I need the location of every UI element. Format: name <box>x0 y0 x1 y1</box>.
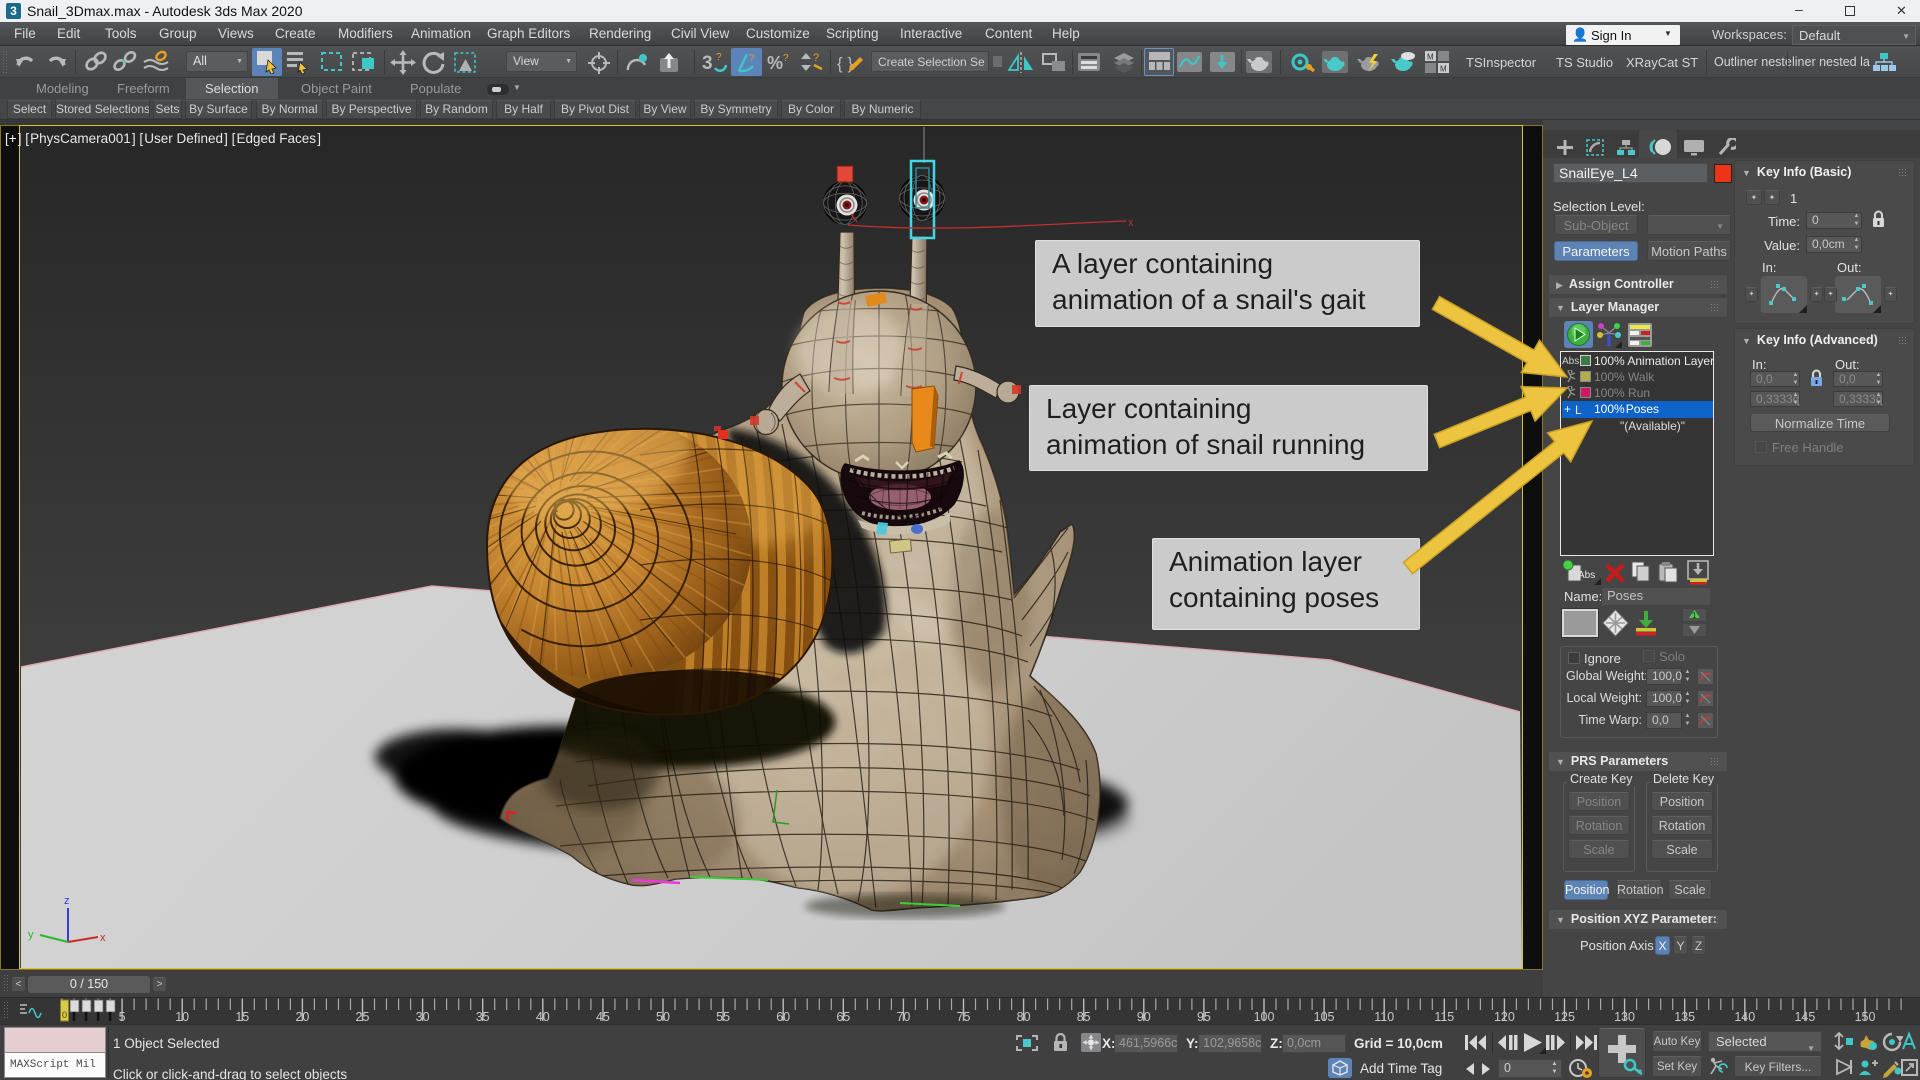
svg-text:20: 20 <box>295 1010 309 1024</box>
svg-text:5: 5 <box>119 1010 126 1024</box>
svg-text:%: % <box>767 53 783 73</box>
svg-text:110: 110 <box>1374 1010 1394 1024</box>
svg-text:?: ? <box>783 53 789 64</box>
svg-text:80: 80 <box>1017 1010 1031 1024</box>
svg-text:70: 70 <box>896 1010 910 1024</box>
svg-text:0: 0 <box>62 1010 67 1020</box>
svg-text:35: 35 <box>476 1010 490 1024</box>
svg-text:y: y <box>28 929 34 941</box>
svg-text:90: 90 <box>1137 1010 1151 1024</box>
svg-text:105: 105 <box>1314 1010 1335 1024</box>
svg-text:75: 75 <box>957 1010 971 1024</box>
svg-text:55: 55 <box>716 1010 730 1024</box>
svg-text:40: 40 <box>536 1010 550 1024</box>
svg-text:120: 120 <box>1494 1010 1515 1024</box>
svg-text:15: 15 <box>235 1010 249 1024</box>
svg-text:145: 145 <box>1794 1010 1815 1024</box>
svg-text:25: 25 <box>356 1010 370 1024</box>
svg-text:M: M <box>1427 53 1434 62</box>
svg-text:85: 85 <box>1077 1010 1091 1024</box>
svg-text:10: 10 <box>175 1010 189 1024</box>
svg-text:x: x <box>1128 217 1134 229</box>
svg-text:100: 100 <box>1254 1010 1275 1024</box>
svg-text:45: 45 <box>596 1010 610 1024</box>
svg-text:Abs: Abs <box>1578 570 1595 581</box>
svg-text:140: 140 <box>1734 1010 1755 1024</box>
svg-text:1: 1 <box>1692 611 1697 620</box>
svg-text:x: x <box>100 932 106 944</box>
svg-text:115: 115 <box>1434 1010 1454 1024</box>
svg-text:150: 150 <box>1855 1010 1876 1024</box>
svg-text:3: 3 <box>702 53 713 74</box>
svg-text:?: ? <box>749 53 755 64</box>
svg-text:z: z <box>64 895 70 907</box>
svg-text:?: ? <box>813 52 819 64</box>
svg-text:M: M <box>1440 65 1447 74</box>
svg-text:130: 130 <box>1614 1010 1635 1024</box>
svg-text:50: 50 <box>656 1010 670 1024</box>
svg-text:?: ? <box>716 52 722 63</box>
svg-text:30: 30 <box>416 1010 430 1024</box>
svg-text:65: 65 <box>836 1010 850 1024</box>
svg-text:95: 95 <box>1197 1010 1211 1024</box>
svg-text:125: 125 <box>1554 1010 1575 1024</box>
svg-text:135: 135 <box>1674 1010 1695 1024</box>
svg-text:60: 60 <box>776 1010 790 1024</box>
